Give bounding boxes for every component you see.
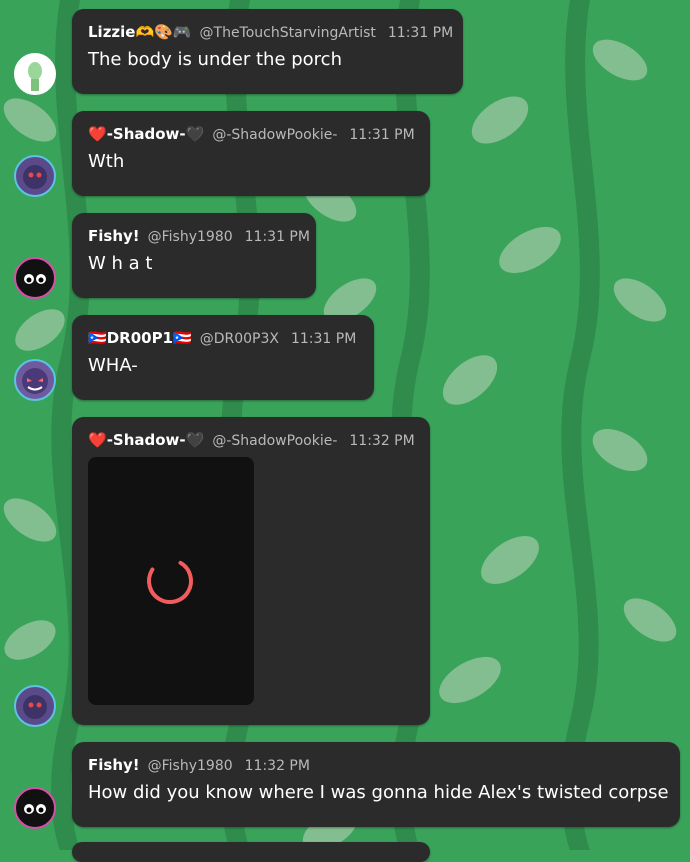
message-bubble [72,842,430,862]
author-handle[interactable]: @DR00P3X [200,331,279,347]
timestamp: 11:32 PM [349,433,415,449]
avatar[interactable] [14,155,56,197]
message-bubble: Lizzie🫶🎨🎮 @TheTouchStarvingArtist 11:31 … [72,9,463,94]
author-handle[interactable]: @-ShadowPookie- [212,433,337,449]
author-handle[interactable]: @TheTouchStarvingArtist [200,25,376,41]
timestamp: 11:32 PM [244,758,310,774]
avatar-character-icon [24,804,46,814]
message-bubble: ❤️-Shadow-🖤 @-ShadowPookie- 11:31 PM Wth [72,111,430,196]
message-bubble: Fishy! @Fishy1980 11:32 PM How did you k… [72,742,680,827]
message-header: Fishy! @Fishy1980 11:31 PM [88,227,310,245]
author-name[interactable]: ❤️-Shadow-🖤 [88,431,204,449]
timestamp: 11:31 PM [290,331,357,347]
avatar-character-icon [23,165,47,189]
message-text: WHA- [88,355,138,376]
message-text: Wth [88,151,125,172]
timestamp: 11:31 PM [349,127,415,143]
author-name[interactable]: ❤️-Shadow-🖤 [88,125,204,143]
timestamp: 11:31 PM [244,229,310,245]
timestamp: 11:31 PM [387,25,454,41]
message-header: ❤️-Shadow-🖤 @-ShadowPookie- 11:31 PM [88,125,415,143]
message-header: 🇵🇷DR00P1🇵🇷 @DR00P3X 11:31 PM [88,329,358,347]
avatar-character-icon [28,62,42,91]
message-text: The body is under the porch [88,49,342,70]
message-bubble: Fishy! @Fishy1980 11:31 PM W h a t [72,213,316,298]
avatar[interactable] [14,257,56,299]
avatar-character-icon [22,368,48,394]
author-name[interactable]: Lizzie🫶🎨🎮 [88,23,192,41]
avatar[interactable] [14,685,56,727]
message-bubble: ❤️-Shadow-🖤 @-ShadowPookie- 11:32 PM [72,417,430,725]
avatar-character-icon [23,695,47,719]
avatar-character-icon [24,274,46,284]
author-handle[interactable]: @Fishy1980 [148,758,233,774]
author-name[interactable]: Fishy! [88,227,140,245]
message-header: Lizzie🫶🎨🎮 @TheTouchStarvingArtist 11:31 … [88,23,453,41]
author-name[interactable]: 🇵🇷DR00P1🇵🇷 [88,329,192,347]
message-bubble: 🇵🇷DR00P1🇵🇷 @DR00P3X 11:31 PM WHA- [72,315,374,400]
author-name[interactable]: Fishy! [88,756,140,774]
message-text: W h a t [88,253,153,274]
message-text: How did you know where I was gonna hide … [88,782,669,803]
author-handle[interactable]: @Fishy1980 [148,229,233,245]
message-header: Fishy! @Fishy1980 11:32 PM [88,756,664,774]
avatar[interactable] [14,359,56,401]
author-handle[interactable]: @-ShadowPookie- [212,127,337,143]
avatar[interactable] [14,787,56,829]
message-header: ❤️-Shadow-🖤 @-ShadowPookie- 11:32 PM [88,431,415,449]
avatar[interactable] [14,53,56,95]
loading-spinner-icon [147,558,193,604]
media-attachment[interactable] [88,457,254,705]
